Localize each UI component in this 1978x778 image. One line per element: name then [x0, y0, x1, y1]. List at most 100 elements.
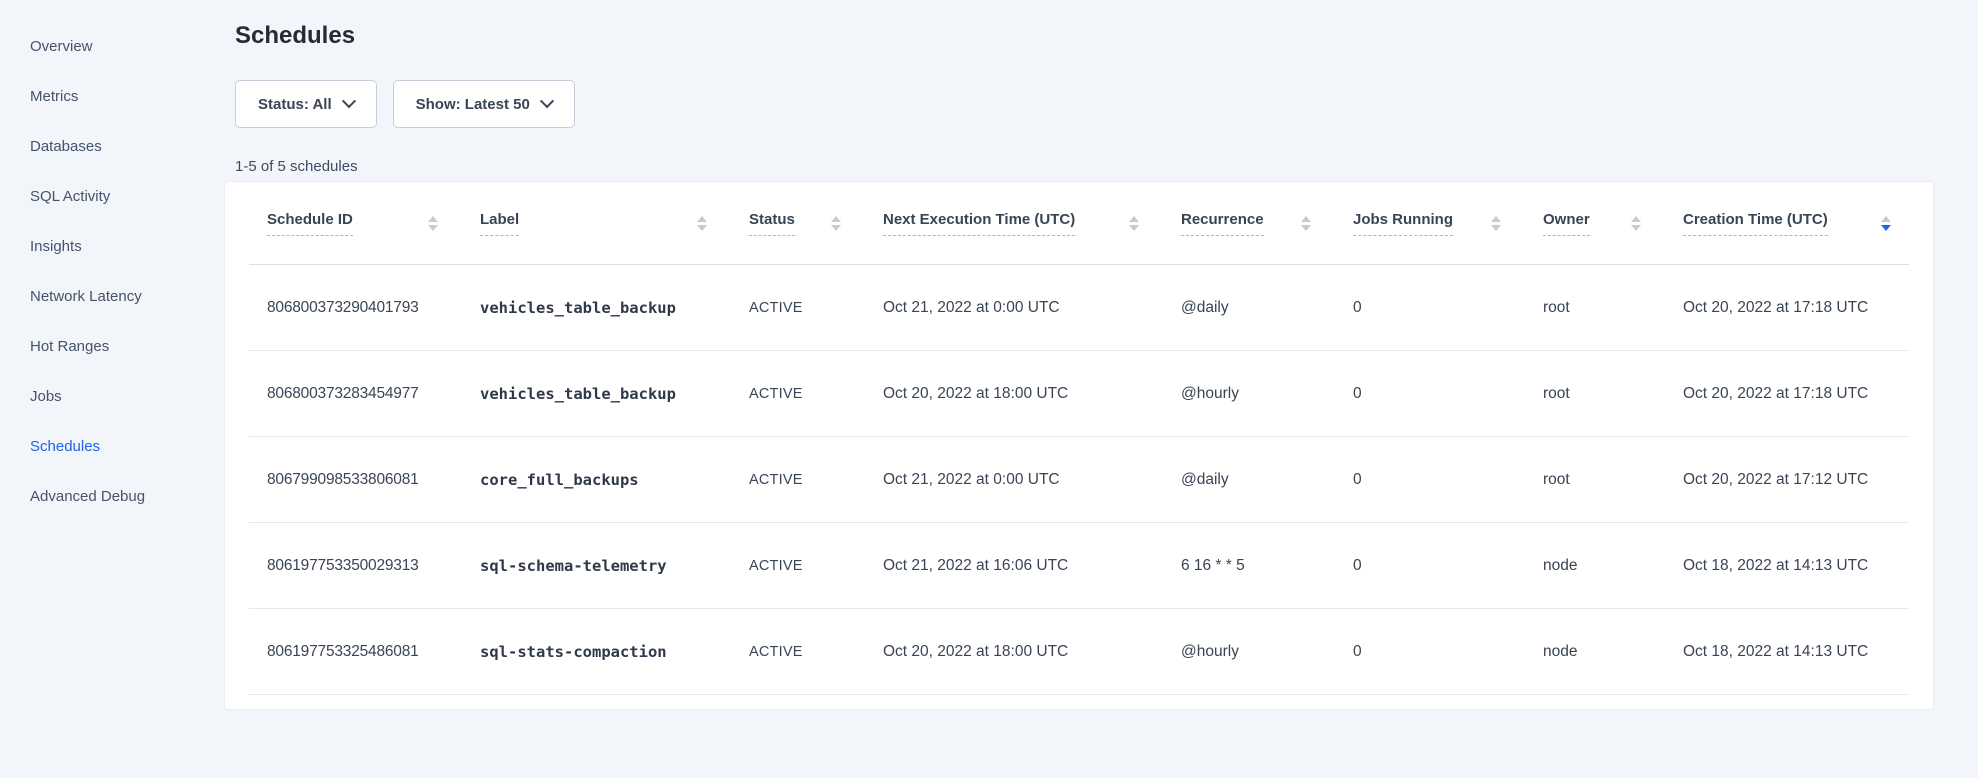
- sort-desc-icon: [1491, 225, 1501, 231]
- table-row[interactable]: 806799098533806081 core_full_backups ACT…: [225, 437, 1933, 523]
- sidebar-item-schedules[interactable]: Schedules: [0, 421, 225, 471]
- sort-asc-icon: [1491, 216, 1501, 222]
- schedule-id-cell: 806800373283454977: [225, 385, 480, 403]
- sidebar-item-label: Network Latency: [30, 288, 142, 305]
- column-header-label: Creation Time (UTC): [1683, 211, 1828, 236]
- sidebar-item-metrics[interactable]: Metrics: [0, 71, 225, 121]
- column-header-label: Jobs Running: [1353, 211, 1453, 236]
- page: Overview Metrics Databases SQL Activity …: [0, 0, 1978, 778]
- status-filter-dropdown[interactable]: Status: All: [235, 80, 377, 128]
- schedule-label-cell: vehicles_table_backup: [480, 385, 749, 403]
- column-header[interactable]: Jobs Running: [1353, 182, 1543, 265]
- table-row[interactable]: 806800373290401793 vehicles_table_backup…: [225, 265, 1933, 351]
- status-cell: ACTIVE: [749, 558, 883, 574]
- schedule-id-cell: 806800373290401793: [225, 299, 480, 317]
- table-row[interactable]: 806800373283454977 vehicles_table_backup…: [225, 351, 1933, 437]
- schedule-id-cell: 806799098533806081: [225, 471, 480, 489]
- jobs-running-cell: 0: [1353, 299, 1543, 317]
- schedule-label-cell: vehicles_table_backup: [480, 299, 749, 317]
- sort-desc-icon: [1129, 225, 1139, 231]
- sort-icon: [428, 216, 438, 231]
- jobs-running-cell: 0: [1353, 385, 1543, 403]
- sidebar-item-label: Schedules: [30, 438, 100, 455]
- sort-icon: [1491, 216, 1501, 231]
- sort-icon: [1631, 216, 1641, 231]
- recurrence-cell: @hourly: [1181, 385, 1353, 403]
- column-header-label: Schedule ID: [267, 211, 353, 236]
- sort-icon: [1301, 216, 1311, 231]
- schedule-id-cell: 806197753325486081: [225, 643, 480, 661]
- sidebar-item-advanced-debug[interactable]: Advanced Debug: [0, 471, 225, 521]
- sidebar-nav: Overview Metrics Databases SQL Activity …: [0, 0, 225, 778]
- recurrence-cell: @daily: [1181, 471, 1353, 489]
- jobs-running-cell: 0: [1353, 471, 1543, 489]
- show-filter-dropdown[interactable]: Show: Latest 50: [393, 80, 575, 128]
- sort-desc-icon: [697, 225, 707, 231]
- schedule-id-cell: 806197753350029313: [225, 557, 480, 575]
- schedule-label-cell: sql-stats-compaction: [480, 643, 749, 661]
- column-header[interactable]: Status: [749, 182, 883, 265]
- column-header[interactable]: Label: [480, 182, 749, 265]
- chevron-down-icon: [540, 94, 554, 108]
- main-content: Schedules Status: All Show: Latest 50 1-…: [225, 0, 1978, 778]
- sidebar-item-hot-ranges[interactable]: Hot Ranges: [0, 321, 225, 371]
- sidebar-item-insights[interactable]: Insights: [0, 221, 225, 271]
- sidebar-item-label: Hot Ranges: [30, 338, 109, 355]
- table-row[interactable]: 806197753325486081 sql-stats-compaction …: [225, 609, 1933, 695]
- sort-icon: [697, 216, 707, 231]
- sidebar-item-overview[interactable]: Overview: [0, 21, 225, 71]
- sidebar-item-label: Overview: [30, 38, 93, 55]
- schedules-table-card: Schedule ID Label Status Next Execution …: [225, 182, 1933, 709]
- column-header[interactable]: Schedule ID: [225, 182, 480, 265]
- column-header[interactable]: Next Execution Time (UTC): [883, 182, 1181, 265]
- status-cell: ACTIVE: [749, 644, 883, 660]
- filter-bar: Status: All Show: Latest 50: [235, 80, 1978, 128]
- chevron-down-icon: [342, 94, 356, 108]
- sidebar-item-label: Jobs: [30, 388, 62, 405]
- column-header[interactable]: Creation Time (UTC): [1683, 182, 1933, 265]
- column-header[interactable]: Owner: [1543, 182, 1683, 265]
- sort-desc-icon: [428, 225, 438, 231]
- sort-desc-icon: [1881, 225, 1891, 231]
- sort-icon: [831, 216, 841, 231]
- sort-asc-icon: [1129, 216, 1139, 222]
- sort-asc-icon: [831, 216, 841, 222]
- creation-time-cell: Oct 20, 2022 at 17:18 UTC: [1683, 299, 1933, 317]
- sidebar-item-label: Insights: [30, 238, 82, 255]
- sort-desc-icon: [1631, 225, 1641, 231]
- sort-desc-icon: [1301, 225, 1311, 231]
- sidebar-item-label: SQL Activity: [30, 188, 110, 205]
- owner-cell: root: [1543, 471, 1683, 489]
- next-execution-cell: Oct 21, 2022 at 0:00 UTC: [883, 471, 1181, 489]
- status-cell: ACTIVE: [749, 386, 883, 402]
- schedule-label-cell: sql-schema-telemetry: [480, 557, 749, 575]
- table-row[interactable]: 806197753350029313 sql-schema-telemetry …: [225, 523, 1933, 609]
- owner-cell: root: [1543, 299, 1683, 317]
- status-filter-label: Status: All: [258, 96, 332, 113]
- status-cell: ACTIVE: [749, 300, 883, 316]
- owner-cell: node: [1543, 557, 1683, 575]
- sort-asc-icon: [1301, 216, 1311, 222]
- sort-desc-icon: [831, 225, 841, 231]
- creation-time-cell: Oct 18, 2022 at 14:13 UTC: [1683, 557, 1933, 575]
- table-body: 806800373290401793 vehicles_table_backup…: [225, 265, 1933, 695]
- owner-cell: root: [1543, 385, 1683, 403]
- creation-time-cell: Oct 18, 2022 at 14:13 UTC: [1683, 643, 1933, 661]
- jobs-running-cell: 0: [1353, 557, 1543, 575]
- sidebar-item-jobs[interactable]: Jobs: [0, 371, 225, 421]
- column-header-label: Recurrence: [1181, 211, 1264, 236]
- column-header-label: Status: [749, 211, 795, 236]
- column-header-label: Owner: [1543, 211, 1590, 236]
- sidebar-item-sql-activity[interactable]: SQL Activity: [0, 171, 225, 221]
- sort-asc-icon: [1631, 216, 1641, 222]
- sidebar-item-label: Databases: [30, 138, 102, 155]
- sidebar-item-network-latency[interactable]: Network Latency: [0, 271, 225, 321]
- sort-asc-icon: [1881, 216, 1891, 222]
- column-header[interactable]: Recurrence: [1181, 182, 1353, 265]
- table-header-row: Schedule ID Label Status Next Execution …: [225, 182, 1933, 265]
- next-execution-cell: Oct 21, 2022 at 16:06 UTC: [883, 557, 1181, 575]
- sidebar-item-databases[interactable]: Databases: [0, 121, 225, 171]
- show-filter-label: Show: Latest 50: [416, 96, 530, 113]
- column-header-label: Next Execution Time (UTC): [883, 211, 1075, 236]
- results-count: 1-5 of 5 schedules: [235, 158, 1978, 175]
